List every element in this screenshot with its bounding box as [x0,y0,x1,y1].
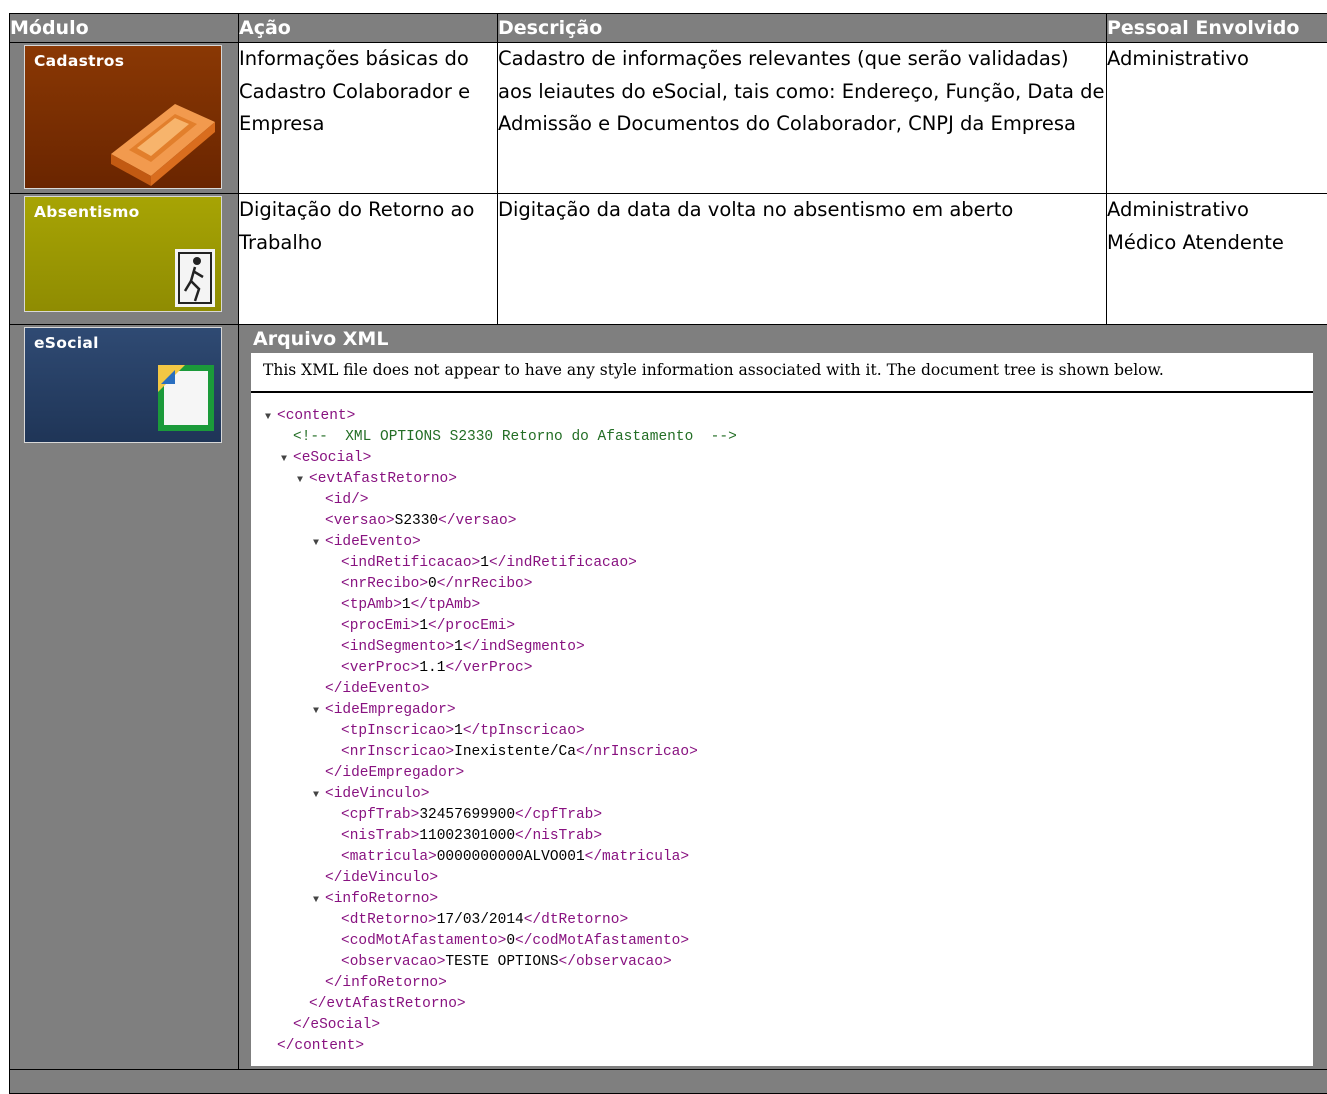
xml-line: ▼<ideEmpregador> [251,700,1313,721]
xml-line: <matricula>0000000000ALVO001</matricula> [251,847,1313,868]
header-modulo: Módulo [10,14,239,43]
xml-line: <tpInscricao>1</tpInscricao> [251,721,1313,742]
pessoal-cell: Administrativo [1107,43,1327,194]
xml-line: <indSegmento>1</indSegmento> [251,637,1313,658]
collapse-triangle-icon[interactable]: ▼ [313,533,325,554]
pessoal-item: Médico Atendente [1107,227,1327,260]
xml-line: </content> [251,1036,1313,1057]
xml-line: ▼<eSocial> [251,448,1313,469]
xml-line: <indRetificacao>1</indRetificacao> [251,553,1313,574]
pessoal-cell: Administrativo Médico Atendente [1107,194,1327,325]
absentismo-tile[interactable]: Absentismo [24,196,222,312]
xml-line: <cpfTrab>32457699900</cpfTrab> [251,805,1313,826]
xml-line: ▼<content> [251,406,1313,427]
descricao-cell: Digitação da data da volta no absentismo… [498,194,1107,325]
esocial-tile[interactable]: eSocial [24,327,222,443]
collapse-triangle-icon[interactable]: ▼ [281,449,293,470]
collapse-triangle-icon[interactable]: ▼ [297,470,309,491]
collapse-triangle-icon[interactable]: ▼ [313,701,325,722]
xml-line: <verProc>1.1</verProc> [251,658,1313,679]
table-row-cadastros: Cadastros Informações básicas do Cadastr… [10,43,1327,194]
xml-line: <id/> [251,490,1313,511]
xml-viewer: This XML file does not appear to have an… [251,353,1313,1066]
xml-cell: Arquivo XML This XML file does not appea… [239,325,1327,1070]
table-row-esocial: eSocial Arquivo XML This XML file does n… [10,325,1327,1070]
xml-line: <versao>S2330</versao> [251,511,1313,532]
xml-line: ▼<evtAfastRetorno> [251,469,1313,490]
xml-line: </ideVinculo> [251,868,1313,889]
header-row: Módulo Ação Descrição Pessoal Envolvido [10,14,1327,43]
cadastros-tile[interactable]: Cadastros [24,45,222,189]
brick-icon [25,46,221,188]
descricao-cell: Cadastro de informações relevantes (que … [498,43,1107,194]
xml-line: ▼<ideEvento> [251,532,1313,553]
xml-line: </evtAfastRetorno> [251,994,1313,1015]
xml-line: <procEmi>1</procEmi> [251,616,1313,637]
pessoal-item: Administrativo [1107,194,1327,227]
xml-tree: ▼<content><!-- XML OPTIONS S2330 Retorno… [251,393,1313,1057]
xml-line: </ideEmpregador> [251,763,1313,784]
module-cell: Cadastros [10,43,239,194]
table-row-absentismo: Absentismo Digitação do Retorno ao Traba… [10,194,1327,325]
xml-section-title: Arquivo XML [239,325,1327,353]
xml-line: </infoRetorno> [251,973,1313,994]
xml-line: <tpAmb>1</tpAmb> [251,595,1313,616]
xml-line: ▼<infoRetorno> [251,889,1313,910]
xml-line: <nrRecibo>0</nrRecibo> [251,574,1313,595]
xml-line: <nisTrab>11002301000</nisTrab> [251,826,1313,847]
collapse-triangle-icon[interactable]: ▼ [313,785,325,806]
xml-line: </ideEvento> [251,679,1313,700]
header-pessoal: Pessoal Envolvido [1107,14,1327,43]
esocial-module-table: Módulo Ação Descrição Pessoal Envolvido … [9,13,1327,1094]
footer-row [10,1070,1327,1094]
collapse-triangle-icon[interactable]: ▼ [265,407,277,428]
xml-line: </eSocial> [251,1015,1313,1036]
xml-line: ▼<ideVinculo> [251,784,1313,805]
acao-cell: Digitação do Retorno ao Trabalho [239,194,498,325]
xml-style-note: This XML file does not appear to have an… [251,353,1313,393]
pessoal-item: Administrativo [1107,43,1327,76]
footer-cell [10,1070,1327,1094]
module-cell: eSocial [10,325,239,1070]
xml-line: <!-- XML OPTIONS S2330 Retorno do Afasta… [251,427,1313,448]
header-descricao: Descrição [498,14,1107,43]
acao-cell: Informações básicas do Cadastro Colabora… [239,43,498,194]
collapse-triangle-icon[interactable]: ▼ [313,890,325,911]
document-icon [25,328,221,442]
exit-door-icon [25,197,221,311]
xml-line: <nrInscricao>Inexistente/Ca</nrInscricao… [251,742,1313,763]
module-cell: Absentismo [10,194,239,325]
xml-line: <codMotAfastamento>0</codMotAfastamento> [251,931,1313,952]
xml-line: <dtRetorno>17/03/2014</dtRetorno> [251,910,1313,931]
xml-line: <observacao>TESTE OPTIONS</observacao> [251,952,1313,973]
header-acao: Ação [239,14,498,43]
